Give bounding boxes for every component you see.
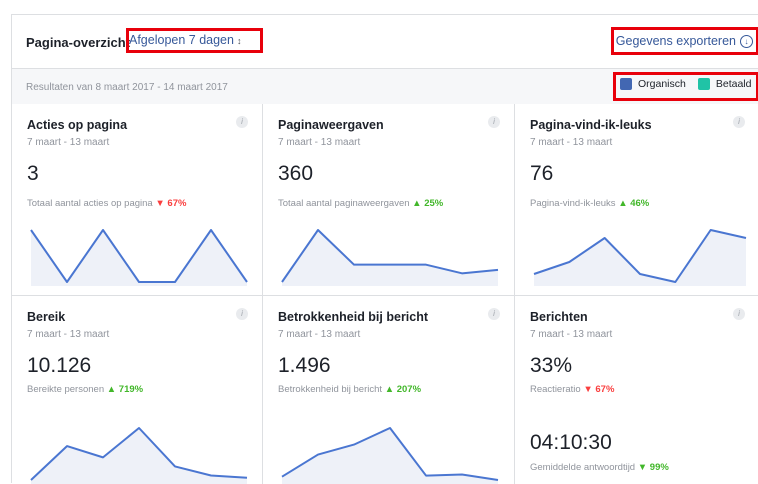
card-description: Pagina-vind-ik-leuks ▲ 46% — [530, 198, 649, 209]
card-title: Betrokkenheid bij bericht — [278, 310, 429, 324]
sparkline-chart — [281, 229, 499, 286]
card-desc-text: Betrokkenheid bij bericht — [278, 384, 383, 395]
panel-header: Pagina-overzicht Afgelopen 7 dagen ↕ Gege… — [12, 15, 758, 69]
trend-up-icon: ▲ — [412, 198, 422, 209]
sparkline-chart — [30, 229, 248, 286]
card-change: 46% — [630, 198, 650, 209]
card-description: Reactieratio ▼ 67% — [530, 384, 614, 395]
card-value: 1.496 — [278, 354, 331, 377]
card-desc-text: Reactieratio — [530, 384, 581, 395]
trend-down-icon: ▼ — [583, 384, 593, 395]
card-date-range: 7 maart - 13 maart — [278, 137, 361, 148]
results-separator: - — [154, 82, 164, 93]
card-title: Berichten — [530, 310, 588, 324]
card-desc-text: Totaal aantal paginaweergaven — [278, 198, 410, 209]
page-overview-panel: Pagina-overzicht Afgelopen 7 dagen ↕ Gege… — [11, 14, 758, 484]
card-change: 719% — [118, 384, 144, 395]
highlight-box-legend — [613, 72, 758, 101]
results-date-from: 8 maart 2017 — [95, 82, 155, 93]
metric-card-posts[interactable]: Berichten 7 maart - 13 maart i 33% React… — [515, 296, 758, 484]
card-secondary-value: 04:10:30 — [530, 431, 612, 454]
metric-card-reach[interactable]: Bereik 7 maart - 13 maart i 10.126 Berei… — [12, 296, 263, 484]
info-icon[interactable]: i — [733, 308, 745, 320]
card-value: 360 — [278, 162, 314, 185]
card-description: Totaal aantal paginaweergaven ▲ 25% — [278, 198, 443, 209]
sparkline-chart — [281, 427, 499, 484]
metrics-grid: Acties op pagina 7 maart - 13 maart i 3 … — [12, 104, 758, 484]
results-range-text: Resultaten van 8 maart 2017 - 14 maart 2… — [26, 82, 228, 93]
info-icon[interactable]: i — [488, 308, 500, 320]
trend-down-icon: ▼ — [637, 462, 648, 473]
info-icon[interactable]: i — [236, 116, 248, 128]
metric-card-page-likes[interactable]: Pagina-vind-ik-leuks 7 maart - 13 maart … — [515, 104, 758, 296]
card-change: 207% — [396, 384, 422, 395]
card-date-range: 7 maart - 13 maart — [27, 137, 110, 148]
card-secondary-description: Gemiddelde antwoordtijd ▼ 99% — [530, 462, 669, 473]
card-title: Bereik — [27, 310, 66, 324]
highlight-box-range — [126, 28, 263, 53]
card-date-range: 7 maart - 13 maart — [27, 329, 110, 340]
trend-up-icon: ▲ — [384, 384, 395, 395]
card-description: Bereikte personen ▲ 719% — [27, 384, 143, 395]
results-bar: Resultaten van 8 maart 2017 - 14 maart 2… — [12, 69, 758, 104]
card-date-range: 7 maart - 13 maart — [530, 329, 613, 340]
trend-up-icon: ▲ — [618, 198, 628, 209]
card-title: Paginaweergaven — [278, 118, 384, 132]
card-change-secondary: 99% — [649, 462, 669, 473]
panel-title: Pagina-overzicht — [26, 35, 131, 50]
card-change: 25% — [424, 198, 444, 209]
card-value: 3 — [27, 162, 39, 185]
card-change: 67% — [167, 198, 187, 209]
trend-up-icon: ▲ — [106, 384, 117, 395]
card-value: 76 — [530, 162, 554, 185]
card-change: 67% — [595, 384, 615, 395]
card-title: Acties op pagina — [27, 118, 128, 132]
trend-down-icon: ▼ — [155, 198, 165, 209]
card-value: 33% — [530, 354, 573, 377]
info-icon[interactable]: i — [733, 116, 745, 128]
card-desc-text: Bereikte personen — [27, 384, 105, 395]
info-icon[interactable]: i — [236, 308, 248, 320]
metric-card-post-engagement[interactable]: Betrokkenheid bij bericht 7 maart - 13 m… — [263, 296, 515, 484]
card-desc-text: Pagina-vind-ik-leuks — [530, 198, 616, 209]
sparkline-area — [534, 230, 746, 286]
card-desc2-text: Gemiddelde antwoordtijd — [530, 462, 636, 473]
card-value: 10.126 — [27, 354, 92, 377]
highlight-box-export — [611, 27, 758, 55]
results-date-to: 14 maart 2017 — [163, 82, 228, 93]
card-desc-text: Totaal aantal acties op pagina — [27, 198, 153, 209]
sparkline-area — [282, 230, 498, 286]
card-description: Betrokkenheid bij bericht ▲ 207% — [278, 384, 421, 395]
metric-card-page-views[interactable]: Paginaweergaven 7 maart - 13 maart i 360… — [263, 104, 515, 296]
sparkline-chart — [30, 427, 248, 484]
sparkline-chart — [533, 229, 747, 286]
card-date-range: 7 maart - 13 maart — [278, 329, 361, 340]
results-prefix: Resultaten van — [26, 82, 96, 93]
info-icon[interactable]: i — [488, 116, 500, 128]
card-description: Totaal aantal acties op pagina ▼ 67% — [27, 198, 186, 209]
metric-card-page-actions[interactable]: Acties op pagina 7 maart - 13 maart i 3 … — [12, 104, 263, 296]
top-spacer — [0, 0, 758, 14]
card-title: Pagina-vind-ik-leuks — [530, 118, 652, 132]
card-date-range: 7 maart - 13 maart — [530, 137, 613, 148]
